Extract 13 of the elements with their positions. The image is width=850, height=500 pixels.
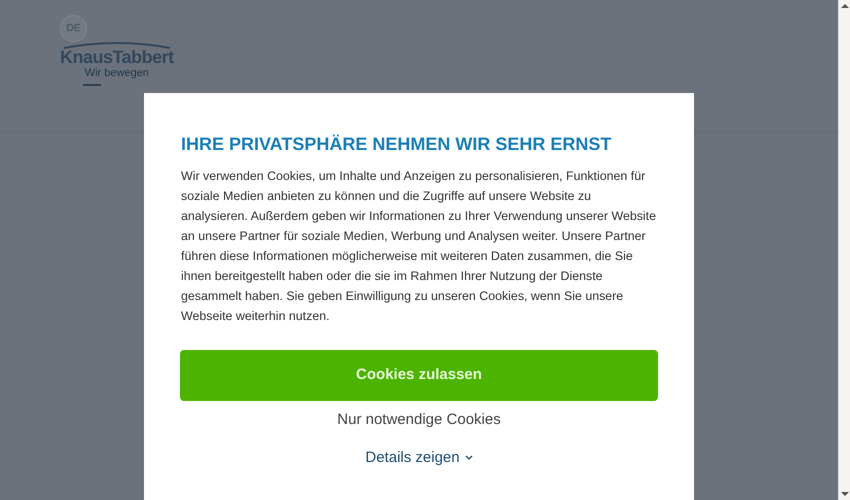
language-button[interactable]: DE — [60, 15, 87, 42]
details-link[interactable]: Details zeigen — [365, 448, 473, 468]
necessary-cookies-button[interactable]: Nur notwendige Cookies — [337, 410, 501, 430]
scroll-up-icon[interactable] — [840, 4, 848, 8]
accept-cookies-button[interactable]: Cookies zulassen — [180, 350, 658, 401]
logo-arc-icon — [62, 41, 172, 49]
dialog-title: IHRE PRIVATSPHÄRE NEHMEN WIR SEHR ERNST — [181, 133, 612, 155]
logo[interactable]: KnausTabbert Wir bewegen — [60, 41, 174, 80]
dialog-text: Wir verwenden Cookies, um Inhalte und Anzeigen zu personalisieren, Funktionen für soziale Medien anbieten zu können und die Zugriffe auf unsere Website zu analysieren. Außerdem geben wir Informationen zu Ihrer Verwendung unserer Website an unsere Partner für soziale Medien, Werbung und Analysen weiter. Unsere Partner führen diese Informationen möglicherweise mit weiteren Daten zusammen, die Sie ihnen bereitgestellt haben oder die sie im Rahmen Ihrer Nutzung der Dienste gesammelt haben. Sie geben Einwilligung zu unseren Cookies, wenn Sie unsere Webseite weiterhin nutzen. — [181, 168, 658, 325]
scroll-down-icon[interactable] — [840, 492, 848, 496]
chevron-icon — [464, 455, 473, 461]
scrollbar[interactable] — [838, 0, 850, 500]
logo-underline — [83, 84, 101, 86]
